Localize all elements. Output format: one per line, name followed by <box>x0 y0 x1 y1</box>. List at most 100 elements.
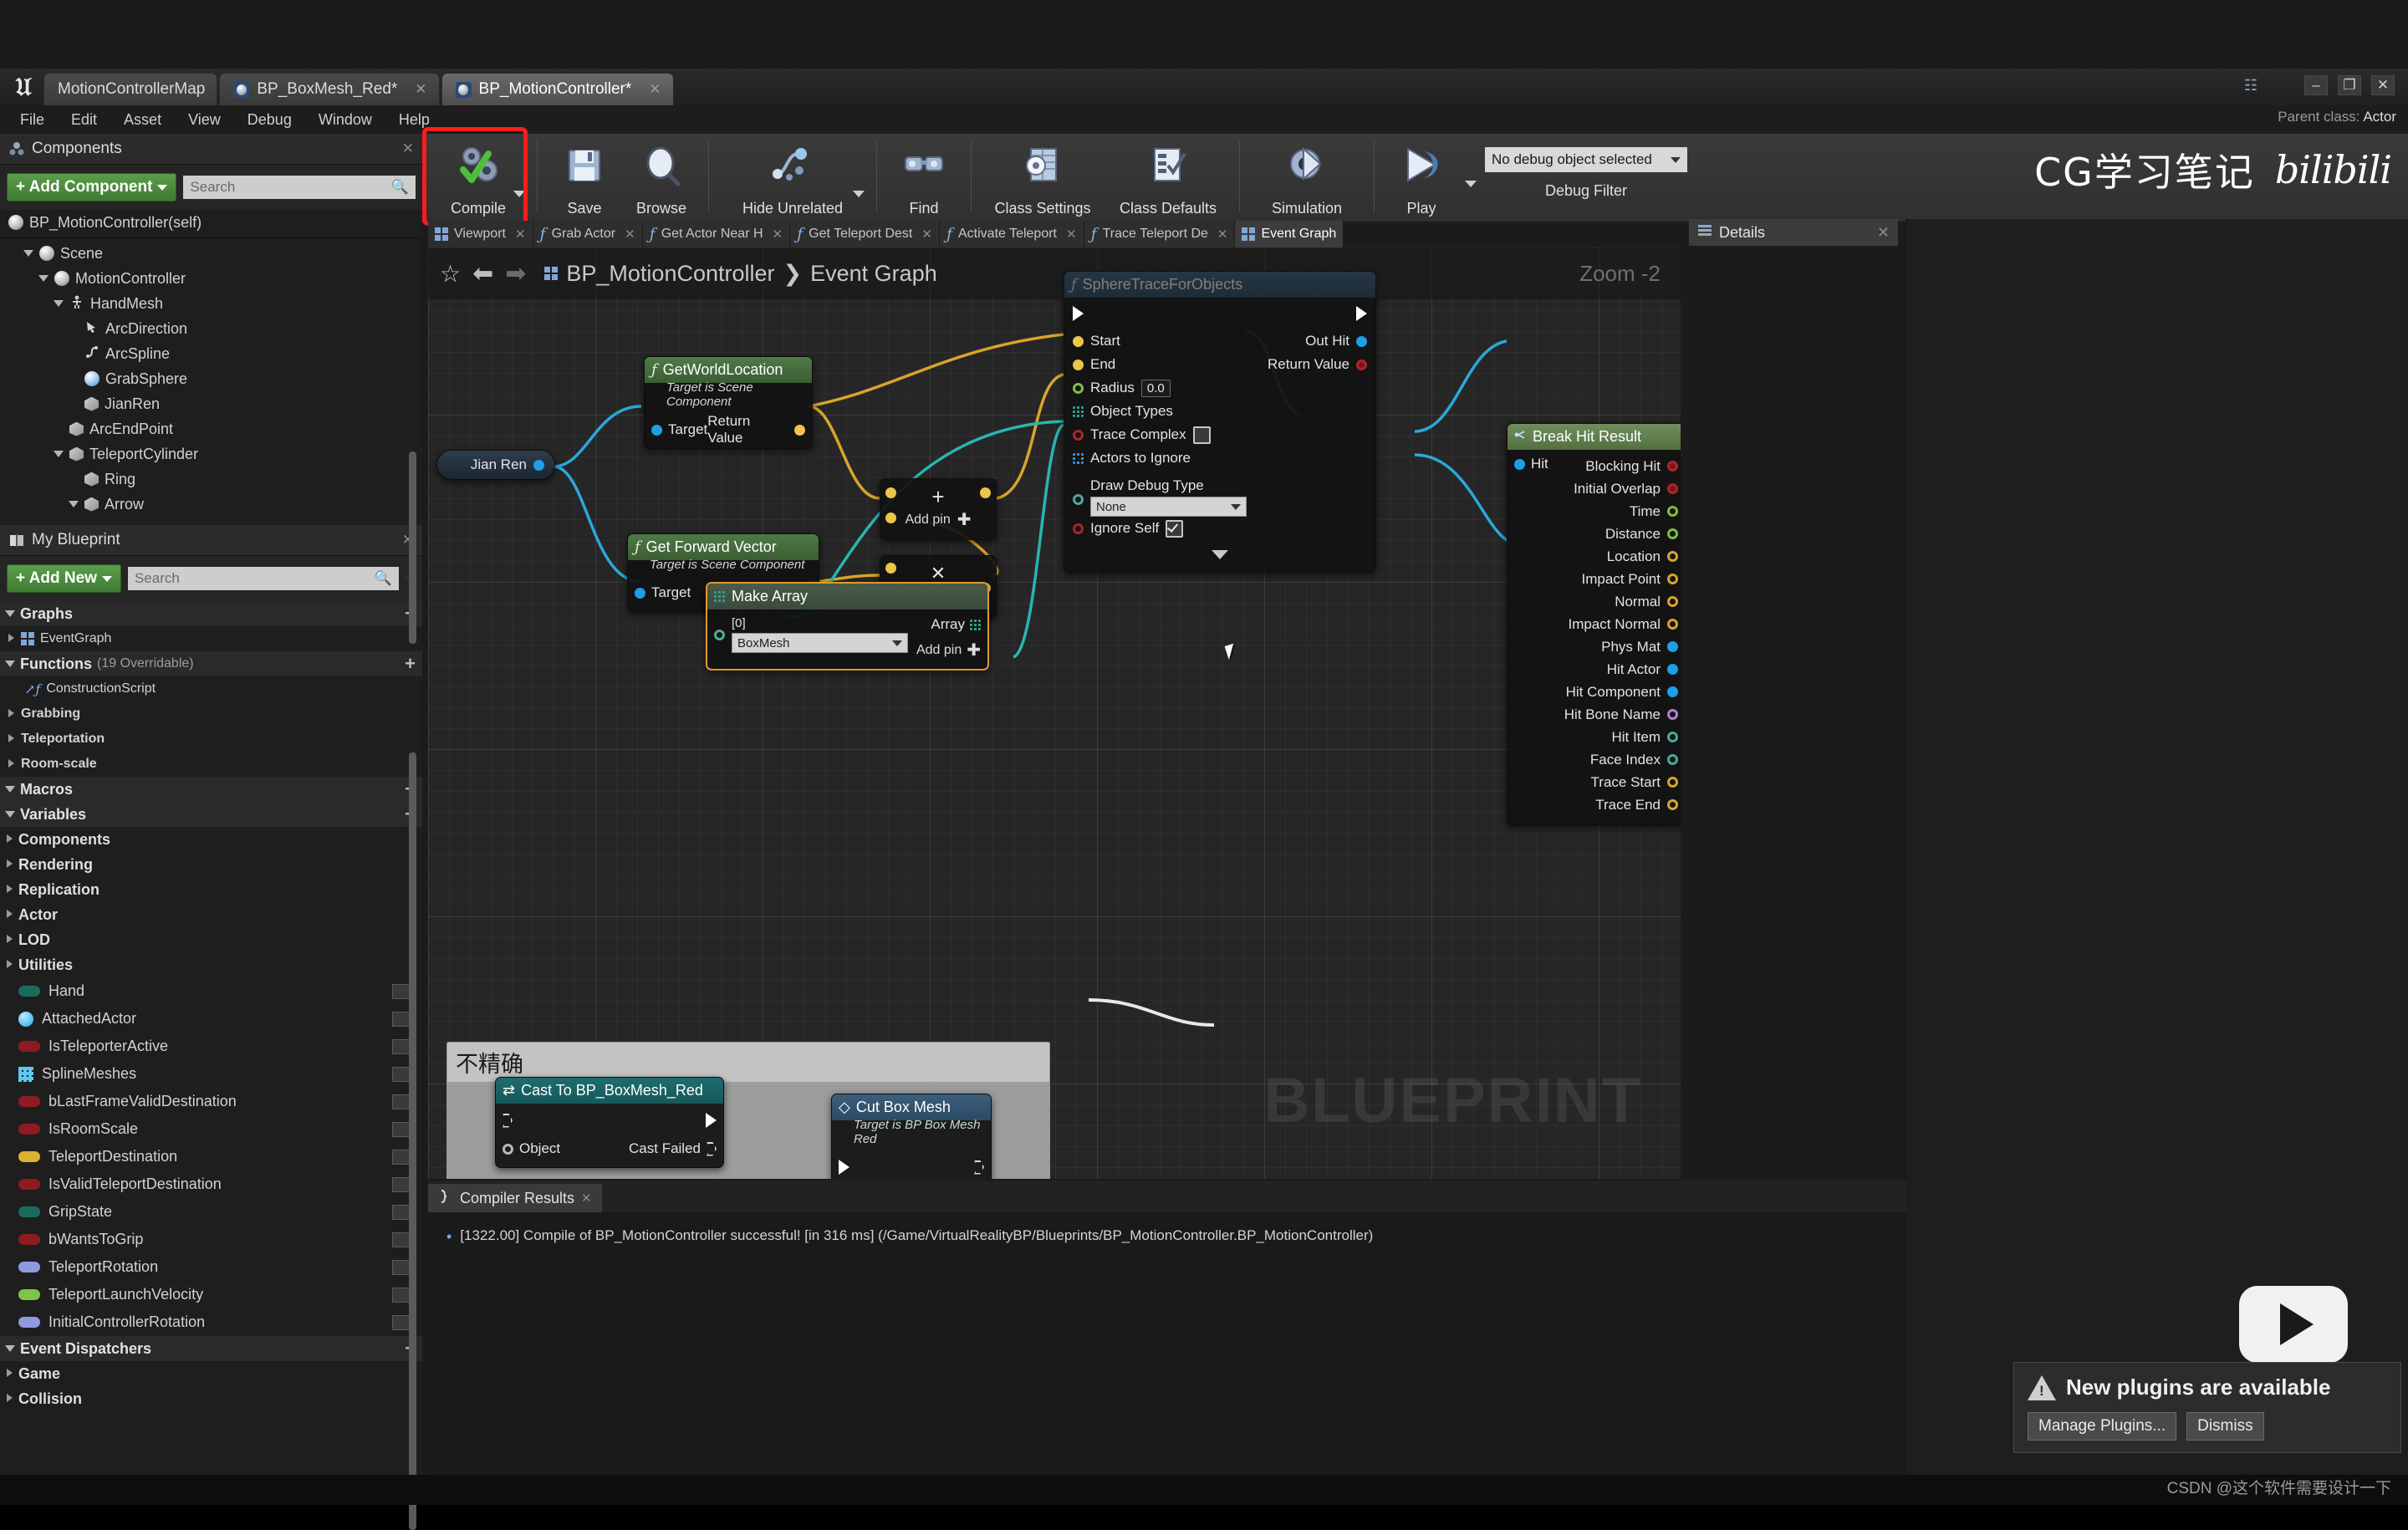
graph-tab-viewport[interactable]: Viewport✕ <box>428 221 533 247</box>
node-cast-to-bp-boxmesh-red[interactable]: ⇄ Cast To BP_BoxMesh_Red Object Cast Fai… <box>495 1077 724 1168</box>
myblueprint-section-macros[interactable]: Macros+ <box>0 777 422 802</box>
expander-icon[interactable] <box>54 300 64 307</box>
output-pin[interactable] <box>1356 360 1367 370</box>
variable-item[interactable]: InitialControllerRotation <box>0 1308 422 1336</box>
node-jian-ren-getter[interactable]: Jian Ren <box>436 450 555 480</box>
layout-icon[interactable]: ☷ <box>2244 77 2258 94</box>
output-pin[interactable] <box>1667 551 1678 562</box>
variable-item[interactable]: SplineMeshes <box>0 1060 422 1088</box>
output-pin[interactable] <box>1667 664 1678 675</box>
window-tab-boxmesh[interactable]: BP_BoxMesh_Red* ✕ <box>219 73 439 105</box>
array-value-select[interactable]: BoxMesh <box>732 633 908 653</box>
input-pin-0[interactable] <box>714 630 725 640</box>
component-tree-item[interactable]: TeleportCylinder <box>0 441 422 467</box>
expander-icon[interactable] <box>7 935 13 945</box>
exec-output-pin[interactable] <box>706 1113 717 1128</box>
exec-input-pin[interactable] <box>503 1106 513 1135</box>
exec-output-pin[interactable] <box>1356 306 1367 321</box>
variable-item[interactable]: GripState <box>0 1198 422 1226</box>
output-pin[interactable] <box>1667 483 1678 494</box>
output-pin[interactable] <box>1667 506 1678 517</box>
input-pin[interactable] <box>1073 360 1084 370</box>
add-icon[interactable]: + <box>405 653 416 675</box>
function-item[interactable]: Teleportation <box>0 727 422 752</box>
myblueprint-scrollbar[interactable] <box>409 752 416 1530</box>
breadcrumb-blueprint[interactable]: BP_MotionController <box>566 261 774 287</box>
function-item[interactable]: Grabbing <box>0 701 422 727</box>
component-tree-item[interactable]: Scene <box>0 241 422 266</box>
variable-item[interactable]: bLastFrameValidDestination <box>0 1088 422 1115</box>
variable-item[interactable]: IsRoomScale <box>0 1115 422 1143</box>
expander-icon[interactable] <box>7 859 13 870</box>
close-icon[interactable]: ✕ <box>515 227 526 242</box>
expander-icon[interactable] <box>8 734 15 744</box>
expander-icon[interactable] <box>7 910 13 920</box>
myblueprint-section-variables[interactable]: Variables+ <box>0 802 422 827</box>
expander-icon[interactable] <box>5 660 15 667</box>
graph-tab-activate-teleport[interactable]: ƒActivate Teleport✕ <box>940 221 1084 247</box>
close-icon[interactable]: ✕ <box>1877 224 1890 242</box>
output-pin[interactable] <box>1667 528 1678 539</box>
expander-icon[interactable] <box>8 634 15 644</box>
expander-icon[interactable] <box>5 1345 15 1352</box>
close-icon[interactable]: ✕ <box>773 227 783 242</box>
component-tree-item[interactable]: Arrow <box>0 492 422 517</box>
expander-icon[interactable] <box>7 1394 13 1404</box>
window-tab-motioncontroller[interactable]: BP_MotionController* ✕ <box>441 73 674 105</box>
output-pin[interactable] <box>1667 799 1678 810</box>
radius-input[interactable]: 0.0 <box>1141 380 1171 397</box>
output-pin[interactable] <box>1667 574 1678 584</box>
input-pin-target[interactable] <box>635 588 645 599</box>
expander-icon[interactable] <box>5 610 15 617</box>
output-pin-array[interactable] <box>970 620 981 630</box>
graph-item-eventgraph[interactable]: EventGraph <box>0 626 422 651</box>
node-make-array[interactable]: Make Array [0] BoxMesh <box>706 582 989 671</box>
component-tree-item[interactable]: JianRen <box>0 391 422 416</box>
component-tree-item[interactable]: HandMesh <box>0 291 422 316</box>
input-pin[interactable] <box>1073 383 1084 394</box>
forward-arrow-icon[interactable]: ➡ <box>505 259 526 288</box>
close-icon[interactable]: ✕ <box>1066 227 1077 242</box>
input-pin[interactable] <box>1073 453 1084 464</box>
variable-item[interactable]: bWantsToGrip <box>0 1226 422 1253</box>
node-sphere-trace-for-objects[interactable]: ƒ SphereTraceForObjects StartEndRadius0.… <box>1064 271 1376 573</box>
variable-item[interactable]: TeleportLaunchVelocity <box>0 1281 422 1308</box>
output-pin[interactable] <box>1667 461 1678 472</box>
window-tab-map[interactable]: MotionControllerMap <box>43 73 217 105</box>
close-icon[interactable]: ✕ <box>921 227 932 242</box>
close-icon[interactable]: ✕ <box>625 227 635 242</box>
output-pin[interactable] <box>980 487 991 498</box>
browse-button[interactable]: Browse <box>623 134 700 226</box>
input-pin-object[interactable] <box>503 1144 513 1155</box>
plus-icon[interactable]: ✚ <box>957 509 972 530</box>
simulation-button[interactable]: Simulation <box>1248 134 1365 226</box>
myblueprint-section-functions[interactable]: Functions(19 Overridable)+ <box>0 651 422 676</box>
input-pin-hit[interactable] <box>1514 459 1525 470</box>
parent-class-value[interactable]: Actor <box>2363 109 2396 125</box>
find-button[interactable]: Find <box>885 134 962 226</box>
graph-tab-get-actor-near-h[interactable]: ƒGet Actor Near H✕ <box>643 221 790 247</box>
graph-tab-event-graph[interactable]: Event Graph <box>1235 221 1344 247</box>
myblueprint-search-input[interactable]: Search 🔍 <box>128 567 399 590</box>
expander-icon[interactable] <box>54 451 64 457</box>
input-pin[interactable] <box>1073 406 1084 417</box>
variable-category[interactable]: Rendering <box>0 852 422 877</box>
hide-unrelated-caret[interactable] <box>853 191 865 197</box>
graph-tab-grab-actor[interactable]: ƒGrab Actor✕ <box>533 221 643 247</box>
graph-tab-get-teleport-dest[interactable]: ƒGet Teleport Dest✕ <box>790 221 940 247</box>
output-pin[interactable] <box>533 460 544 471</box>
expander-icon[interactable] <box>8 709 15 719</box>
expander-icon[interactable] <box>69 501 79 507</box>
output-pin[interactable] <box>1667 641 1678 652</box>
exec-output-pin[interactable] <box>974 1153 984 1180</box>
variable-category[interactable]: Utilities <box>0 952 422 977</box>
input-pin[interactable] <box>1073 430 1084 441</box>
menu-view[interactable]: View <box>176 108 232 132</box>
dispatcher-category[interactable]: Game <box>0 1361 422 1386</box>
close-icon[interactable]: ✕ <box>415 81 426 98</box>
component-tree-item[interactable]: ArcDirection <box>0 316 422 341</box>
expander-icon[interactable] <box>8 759 15 769</box>
input-pin[interactable] <box>1073 336 1084 347</box>
components-search-input[interactable]: Search 🔍 <box>183 176 416 199</box>
expander-icon[interactable] <box>7 1369 13 1379</box>
